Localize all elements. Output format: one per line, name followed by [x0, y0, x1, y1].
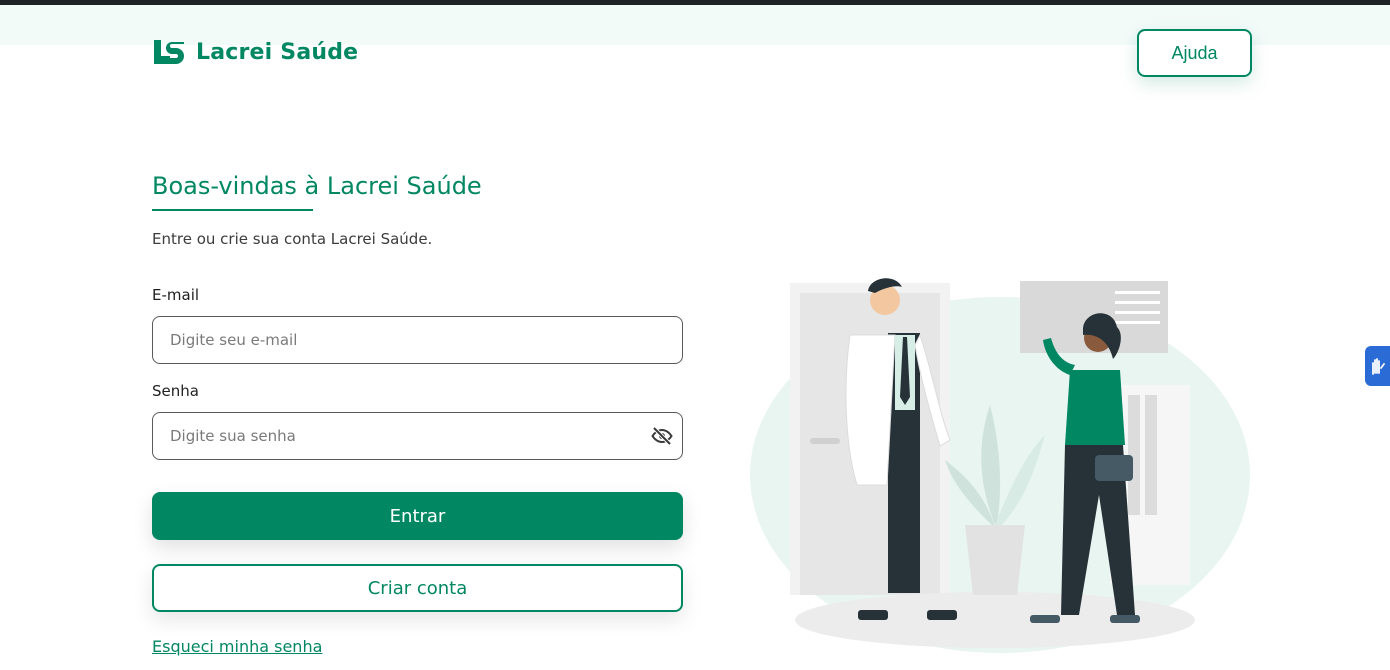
page-title: Boas-vindas à Lacrei Saúde	[152, 172, 482, 200]
password-label: Senha	[152, 382, 199, 400]
lacrei-logo-icon	[154, 40, 184, 64]
email-label: E-mail	[152, 286, 200, 304]
help-button[interactable]: Ajuda	[1137, 29, 1252, 77]
login-button[interactable]: Entrar	[152, 492, 683, 540]
logo-text: Lacrei Saúde	[196, 39, 359, 65]
create-account-button[interactable]: Criar conta	[152, 564, 683, 612]
accessibility-widget-button[interactable]	[1365, 346, 1390, 386]
password-field[interactable]	[152, 412, 683, 460]
sign-language-hands-icon	[1371, 358, 1385, 375]
title-underline	[152, 209, 313, 211]
eye-off-icon[interactable]	[650, 424, 674, 448]
page-subtitle: Entre ou crie sua conta Lacrei Saúde.	[152, 230, 433, 248]
forgot-password-link[interactable]: Esqueci minha senha	[152, 637, 322, 656]
email-field[interactable]	[152, 316, 683, 364]
site-logo[interactable]: Lacrei Saúde	[152, 38, 358, 66]
doctor-patient-illustration	[750, 278, 1250, 653]
